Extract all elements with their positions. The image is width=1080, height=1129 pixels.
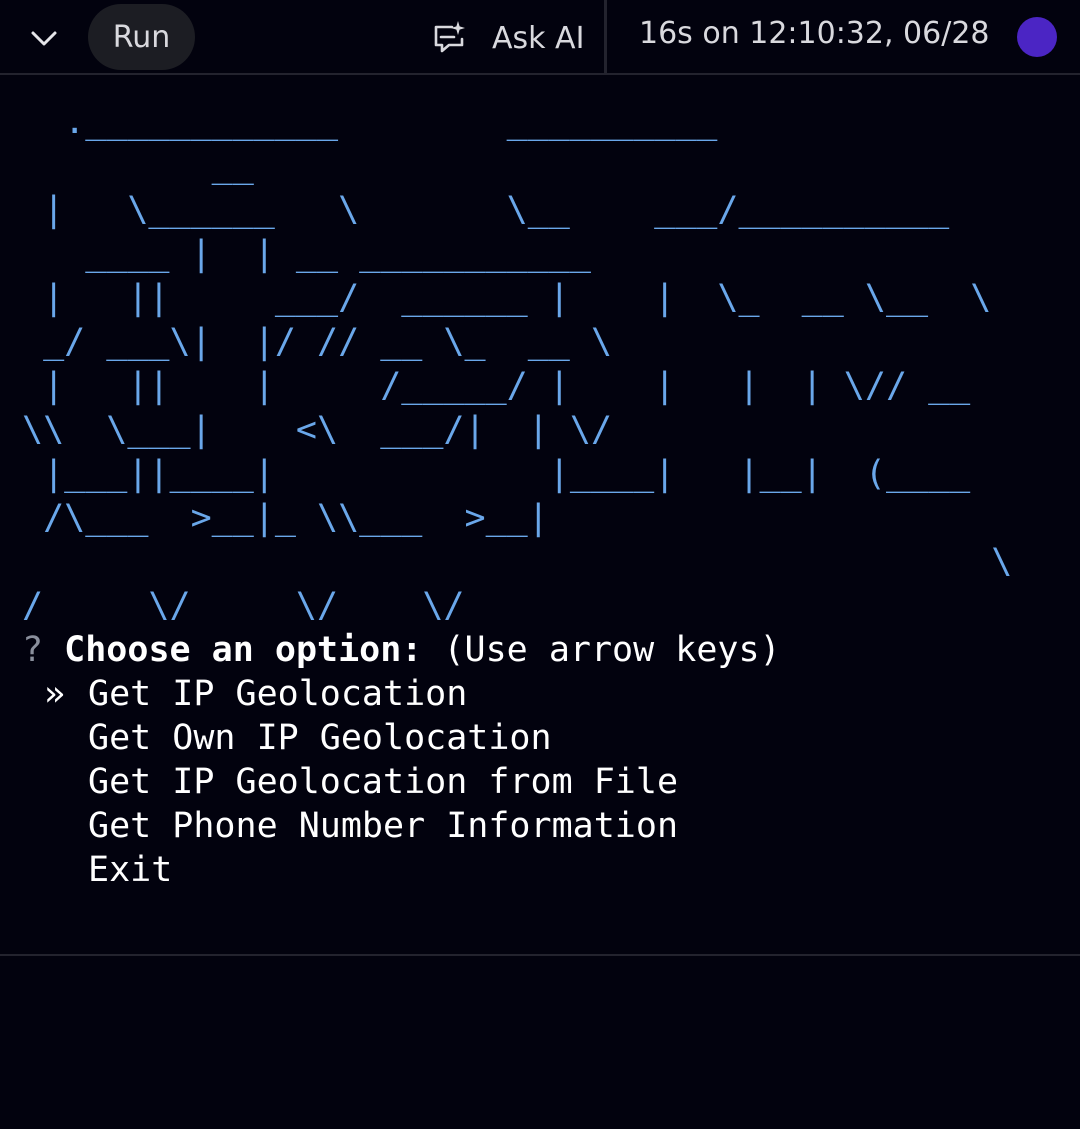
option-get-ip-geolocation[interactable]: » Get IP Geolocation	[22, 672, 1062, 716]
avatar[interactable]	[1017, 17, 1057, 57]
option-list: » Get IP Geolocation Get Own IP Geolocati…	[22, 672, 1062, 892]
prompt-message: Choose an option:	[64, 630, 423, 670]
toolbar-divider	[604, 0, 607, 75]
banner-line: \	[22, 542, 1013, 582]
ask-ai-label: Ask AI	[492, 20, 585, 56]
ask-ai-button[interactable]: Ask AI	[430, 8, 584, 68]
collapse-button[interactable]	[22, 16, 66, 60]
option-label: Exit	[88, 850, 173, 890]
console-output: .____________ __________ __ | \______ \ …	[22, 100, 1062, 892]
run-button-label: Run	[112, 19, 171, 55]
console-divider	[0, 954, 1080, 956]
chat-sparkle-icon	[434, 21, 465, 53]
selection-pointer-icon: »	[44, 674, 66, 714]
banner-line: \\ \___| <\ ___/| | \/	[22, 410, 613, 450]
banner-line: |___||____| |____| |__| (____	[22, 454, 971, 494]
run-button[interactable]: Run	[88, 4, 195, 70]
banner-line: _/ ___\| |/ // __ \_ __ \	[22, 322, 613, 362]
option-get-own-ip-geolocation[interactable]: Get Own IP Geolocation	[22, 716, 1062, 760]
option-label: Get Own IP Geolocation	[88, 718, 552, 758]
banner-line: | || ___/ ______ | | \_ __ \__ \	[22, 278, 992, 318]
banner-line: / \/ \/ \/	[22, 586, 465, 626]
banner-line: .____________ __________	[22, 102, 718, 142]
banner-line: | \______ \ \__ ___/__________	[22, 190, 950, 230]
chevron-down-icon	[31, 31, 57, 46]
option-label: Get Phone Number Information	[88, 806, 679, 846]
ascii-banner: .____________ __________ __ | \______ \ …	[22, 100, 1062, 628]
banner-line: /\___ >__|_ \\___ >__|	[22, 498, 549, 538]
option-get-ip-geolocation-from-file[interactable]: Get IP Geolocation from File	[22, 760, 1062, 804]
option-label: Get IP Geolocation	[88, 674, 468, 714]
option-label: Get IP Geolocation from File	[88, 762, 679, 802]
option-get-phone-number-information[interactable]: Get Phone Number Information	[22, 804, 1062, 848]
banner-line: | || | /_____/ | | | | \// __	[22, 366, 971, 406]
option-exit[interactable]: Exit	[22, 848, 1062, 892]
banner-line: ____ | | __ ___________	[22, 234, 591, 274]
prompt-question: ? Choose an option: (Use arrow keys)	[22, 628, 1062, 672]
run-status: 16s on 12:10:32, 06/28	[639, 16, 990, 51]
toolbar: Run Ask AI 16s on 12:10:32, 06/28	[0, 0, 1080, 75]
prompt-hint: (Use arrow keys)	[443, 630, 781, 670]
question-mark-icon: ?	[22, 630, 44, 670]
banner-line: __	[22, 146, 254, 186]
